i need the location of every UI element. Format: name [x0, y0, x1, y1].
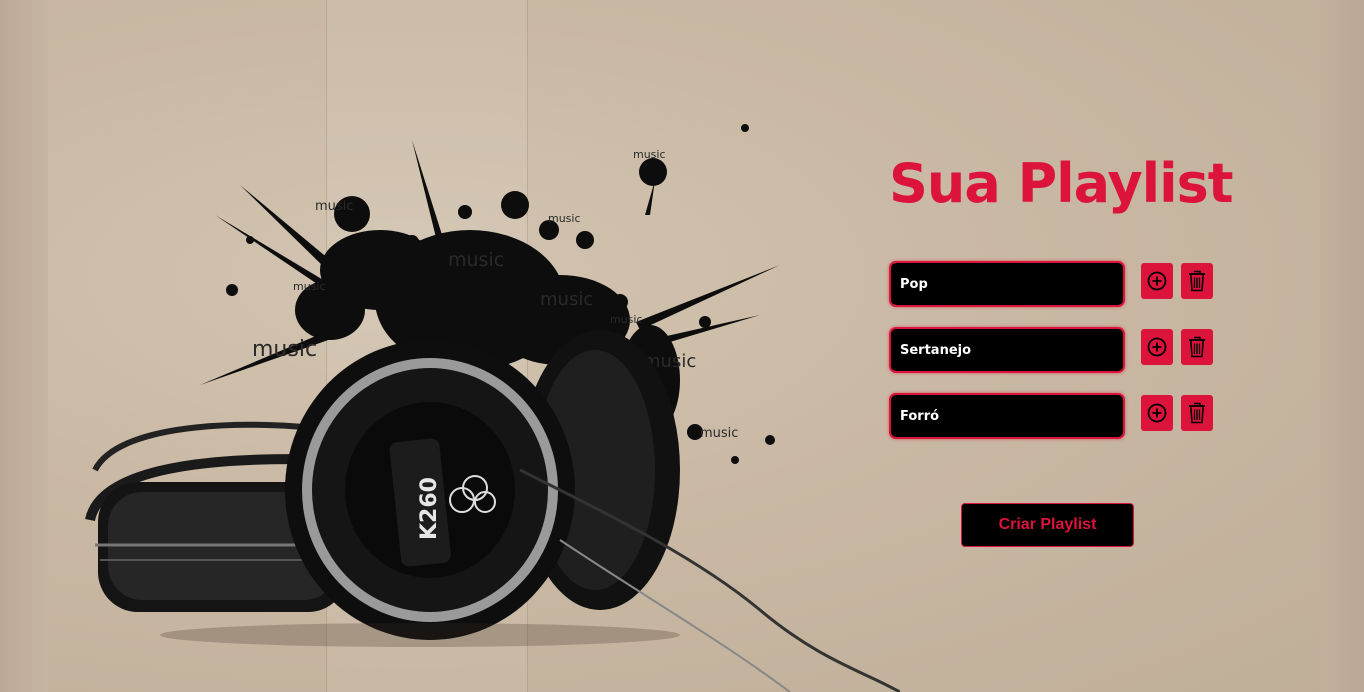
svg-text:music: music: [540, 289, 593, 310]
genre-input[interactable]: [889, 393, 1125, 439]
add-button[interactable]: [1141, 329, 1173, 365]
svg-text:music: music: [548, 212, 581, 225]
genre-input[interactable]: [889, 327, 1125, 373]
svg-text:music: music: [293, 280, 326, 293]
svg-text:music: music: [252, 337, 317, 362]
trash-icon: [1189, 336, 1205, 358]
create-playlist-button[interactable]: Criar Playlist: [961, 503, 1134, 547]
trash-icon: [1189, 270, 1205, 292]
headphones: K260: [85, 330, 900, 692]
headphone-model-label: K260: [417, 477, 442, 540]
background-edge-right: [1320, 0, 1364, 692]
svg-text:music: music: [448, 249, 504, 271]
delete-button[interactable]: [1181, 329, 1213, 365]
page-title: Sua Playlist: [889, 152, 1234, 215]
plus-circle-icon: [1147, 337, 1167, 357]
delete-button[interactable]: [1181, 263, 1213, 299]
svg-text:music: music: [633, 148, 666, 161]
trash-icon: [1189, 402, 1205, 424]
headphones-splash-illustration: music music music music music music musi…: [85, 124, 900, 692]
plus-circle-icon: [1147, 403, 1167, 423]
genre-input[interactable]: [889, 261, 1125, 307]
svg-text:music: music: [315, 199, 353, 214]
delete-button[interactable]: [1181, 395, 1213, 431]
add-button[interactable]: [1141, 395, 1173, 431]
add-button[interactable]: [1141, 263, 1173, 299]
svg-text:music: music: [700, 426, 738, 441]
plus-circle-icon: [1147, 271, 1167, 291]
svg-text:music: music: [610, 313, 643, 326]
